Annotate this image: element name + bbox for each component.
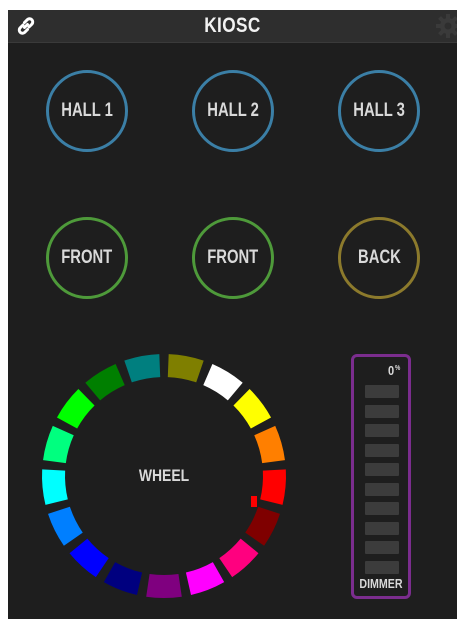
wheel-position-indicator: [251, 496, 257, 507]
front-2-label: FRONT: [207, 247, 259, 268]
wheel-segment[interactable]: [85, 364, 125, 401]
wheel-segment[interactable]: [254, 425, 285, 464]
wheel-segment[interactable]: [260, 469, 286, 505]
back-button[interactable]: BACK: [338, 217, 420, 299]
dimmer-segment: [365, 541, 399, 554]
wheel-segment[interactable]: [42, 469, 68, 505]
wheel-segment[interactable]: [146, 573, 182, 598]
dimmer-segment: [365, 521, 399, 535]
wheel-label: WHEEL: [138, 466, 190, 485]
dimmer-segment: [365, 443, 399, 457]
wheel-segment[interactable]: [69, 538, 109, 578]
wheel-segment[interactable]: [203, 364, 243, 401]
dimmer-segment: [365, 502, 399, 515]
dimmer-segments: [365, 385, 399, 580]
wheel-segment[interactable]: [245, 506, 280, 546]
wheel-segment[interactable]: [167, 354, 204, 383]
dimmer-value: 0%: [388, 363, 400, 378]
dimmer-segment: [365, 560, 399, 574]
hall-3-button[interactable]: HALL 3: [338, 70, 420, 152]
dimmer-segment: [365, 424, 399, 437]
app-title: KIOSC: [204, 14, 261, 37]
wheel-segment[interactable]: [185, 562, 225, 595]
dimmer-value-number: 0: [388, 363, 395, 378]
back-label: BACK: [357, 247, 401, 268]
wheel-segment[interactable]: [124, 354, 161, 383]
dimmer-fader[interactable]: 0% DIMMER: [351, 354, 411, 599]
hall-1-button[interactable]: HALL 1: [46, 70, 128, 152]
wheel-segment[interactable]: [233, 389, 272, 429]
dimmer-segment: [365, 385, 399, 398]
link-icon[interactable]: [14, 14, 38, 38]
wheel-segment[interactable]: [43, 425, 74, 464]
wheel-segment[interactable]: [103, 562, 143, 595]
wheel-segment[interactable]: [219, 538, 259, 578]
wheel-segment[interactable]: [48, 506, 83, 546]
front-button-2[interactable]: FRONT: [192, 217, 274, 299]
hall-3-label: HALL 3: [353, 100, 405, 121]
hall-2-button[interactable]: HALL 2: [192, 70, 274, 152]
dimmer-segment: [365, 463, 399, 476]
front-button-1[interactable]: FRONT: [46, 217, 128, 299]
front-1-label: FRONT: [61, 247, 113, 268]
dimmer-value-unit: %: [394, 364, 401, 372]
dimmer-segment: [365, 404, 399, 418]
dimmer-label: DIMMER: [359, 576, 403, 591]
gear-icon[interactable]: [435, 13, 457, 39]
wheel-segment[interactable]: [56, 389, 95, 429]
kiosc-app: KIOSC HALL 1 HALL 2 HALL 3 FRONT FRONT B…: [8, 10, 457, 619]
hall-1-label: HALL 1: [61, 100, 113, 121]
hall-2-label: HALL 2: [207, 100, 259, 121]
dimmer-segment: [365, 482, 399, 496]
title-bar: KIOSC: [8, 10, 457, 43]
